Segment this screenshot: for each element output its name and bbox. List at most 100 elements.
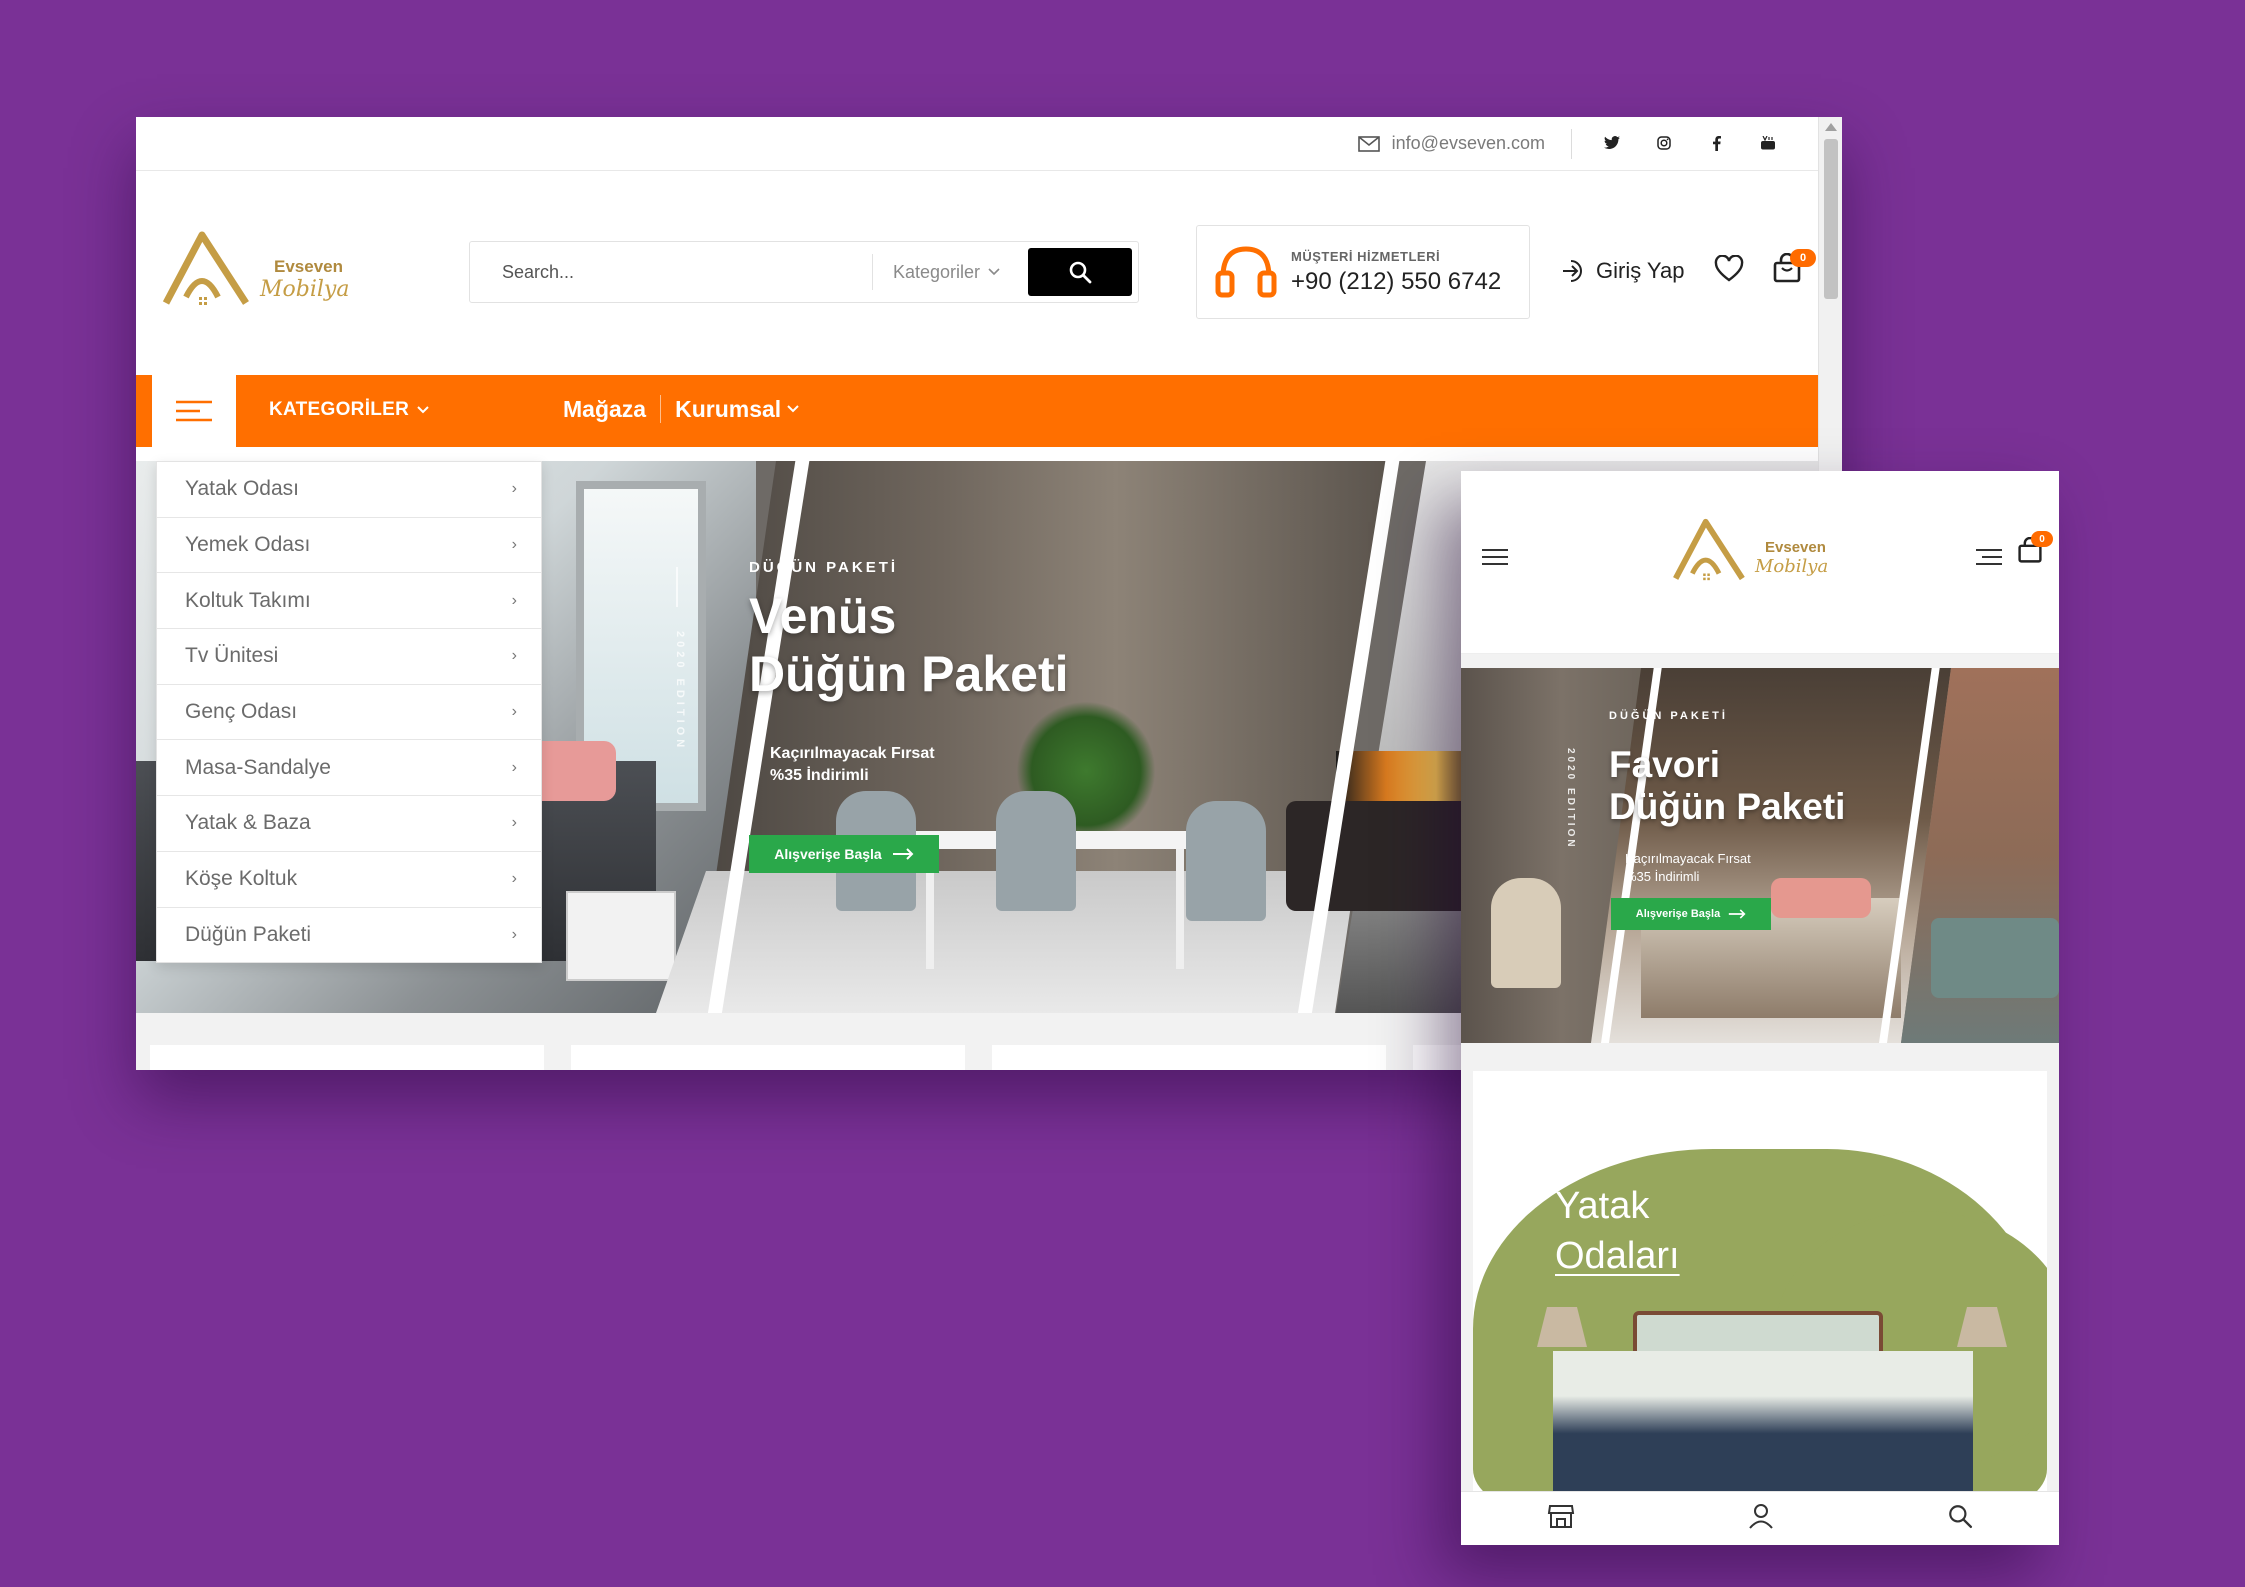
nav-link-kurumsal[interactable]: Kurumsal [675,396,781,423]
facebook-icon[interactable] [1706,131,1726,155]
youtube-icon[interactable] [1758,131,1778,155]
mobile-hero-pillow-image [1771,878,1871,918]
email-link[interactable]: info@evseven.com [1357,133,1545,154]
hero-table-leg [1176,849,1184,969]
mobile-logo[interactable]: Evseven Mobilya [1669,515,1828,587]
category-item-masa-sandalye[interactable]: Masa-Sandalye › [157,740,541,797]
main-nav: KATEGORİLER Mağaza Kurumsal [136,375,1820,447]
twitter-icon[interactable] [1602,131,1622,155]
mobile-secondary-menu-button[interactable] [1975,547,2003,572]
mobile-menu-button[interactable] [1481,547,1509,572]
category-item-yatak-odasi[interactable]: Yatak Odası › [157,462,541,518]
promo-bed-image [1553,1351,1973,1491]
mobile-header-gap [1461,654,2059,668]
category-item-label: Yatak & Baza [185,811,311,835]
category-item-yemek-odasi[interactable]: Yemek Odası › [157,518,541,574]
category-item-label: Masa-Sandalye [185,755,331,779]
logo-house-icon [162,231,249,305]
search-icon[interactable] [1947,1503,1973,1534]
menu-icon [1482,549,1508,565]
support-label: MÜŞTERİ HİZMETLERİ [1291,248,1441,264]
email-text: info@evseven.com [1391,133,1545,153]
category-select[interactable]: Kategoriler [872,254,1028,290]
hero-kicker: DÜĞÜN PAKETİ [749,559,899,576]
hero-cta-button[interactable]: Alışverişe Başla [749,835,939,873]
login-label: Giriş Yap [1596,258,1685,283]
category-item-label: Tv Ünitesi [185,644,279,668]
mobile-hero-cta-label: Alışverişe Başla [1635,908,1721,920]
hero-subtitle-line2: %35 İndirimli [770,767,869,784]
category-select-label: Kategoriler [893,261,981,282]
social-links [1602,131,1778,155]
product-card[interactable] [992,1045,1386,1070]
mobile-tab-bar [1461,1491,2059,1545]
login-button[interactable]: Giriş Yap [1560,257,1684,285]
mobile-header: Evseven Mobilya 0 [1461,471,2059,654]
mobile-hero-slider[interactable]: 2020 EDITION DÜĞÜN PAKETİ Favori Düğün P… [1461,668,2059,1043]
category-item-yatak-baza[interactable]: Yatak & Baza › [157,796,541,852]
wishlist-button[interactable] [1714,254,1744,288]
category-item-koltuk-takimi[interactable]: Koltuk Takımı › [157,573,541,630]
user-icon[interactable] [1748,1503,1774,1534]
hero-subtitle-line1: Kaçırılmayacak Fırsat [770,745,935,762]
chevron-down-icon [417,406,429,414]
category-item-label: Koltuk Takımı [185,588,311,612]
category-item-kose-koltuk[interactable]: Köşe Koltuk › [157,852,541,908]
hero-chair-image [1186,801,1266,921]
promo-title-line2[interactable]: Odaları [1555,1231,1680,1281]
hero-title-line1: Venüs [749,588,897,644]
mobile-hero-subtitle-line2: %35 İndirimli [1625,869,1700,884]
menu-icon [176,400,212,422]
category-item-label: Genç Odası [185,700,298,724]
logo-line2: Mobilya [1755,556,1829,577]
chevron-right-icon: › [511,926,517,944]
category-item-genc-odasi[interactable]: Genç Odası › [157,685,541,741]
topbar-divider [1571,129,1572,159]
category-item-label: Yatak Odası [185,477,300,501]
category-item-dugun-paketi[interactable]: Düğün Paketi › [157,908,541,964]
chevron-right-icon: › [511,870,517,888]
search-input[interactable]: Search... [470,262,872,283]
mobile-hero-edition-text: 2020 EDITION [1565,748,1576,850]
promo-card-yatak-odalari[interactable]: Yatak Odaları [1473,1071,2047,1491]
search-icon [1069,261,1092,284]
support-phone[interactable]: +90 (212) 550 6742 [1291,268,1501,296]
logo-house-icon [1673,518,1745,581]
chevron-right-icon: › [511,703,517,721]
mobile-hero-subtitle-line1: Kaçırılmayacak Fırsat [1625,851,1751,866]
scroll-up-icon[interactable] [1825,123,1837,131]
promo-title-line1: Yatak [1555,1185,1650,1227]
chevron-down-icon [787,405,799,413]
mobile-hero-kicker: DÜĞÜN PAKETİ [1609,710,1728,722]
login-icon [1563,260,1582,282]
mobile-cart-button[interactable]: 0 [2017,531,2053,570]
menu-toggle-button[interactable] [136,375,236,447]
chevron-right-icon: › [511,814,517,832]
chevron-right-icon: › [511,536,517,554]
store-icon[interactable] [1547,1503,1575,1534]
top-bar: info@evseven.com [136,117,1818,171]
chevron-down-icon [988,268,1000,276]
hero-cta-label: Alışverişe Başla [774,846,882,862]
cart-count-badge: 0 [1790,249,1816,267]
search-button[interactable] [1028,248,1132,296]
hero-accent-line [676,567,678,607]
headset-icon [1215,246,1277,298]
nav-link-magaza[interactable]: Mağaza [563,396,646,423]
mobile-hero-chair-image [1491,878,1561,988]
product-card[interactable] [150,1045,544,1070]
category-item-tv-unitesi[interactable]: Tv Ünitesi › [157,629,541,685]
mail-icon [1357,135,1380,152]
heart-icon [1714,254,1744,282]
mobile-hero-cta-button[interactable]: Alışverişe Başla [1611,898,1771,930]
site-logo[interactable]: Evseven Mobilya [158,227,349,313]
categories-dropdown[interactable]: KATEGORİLER [269,399,429,421]
arrow-right-icon [892,848,914,860]
chevron-right-icon: › [511,591,517,609]
product-card[interactable] [571,1045,965,1070]
menu-lines-icon [1976,549,2002,565]
chevron-right-icon: › [511,647,517,665]
instagram-icon[interactable] [1654,131,1674,155]
cart-button[interactable]: 0 [1772,249,1816,290]
scrollbar-thumb[interactable] [1824,139,1838,299]
